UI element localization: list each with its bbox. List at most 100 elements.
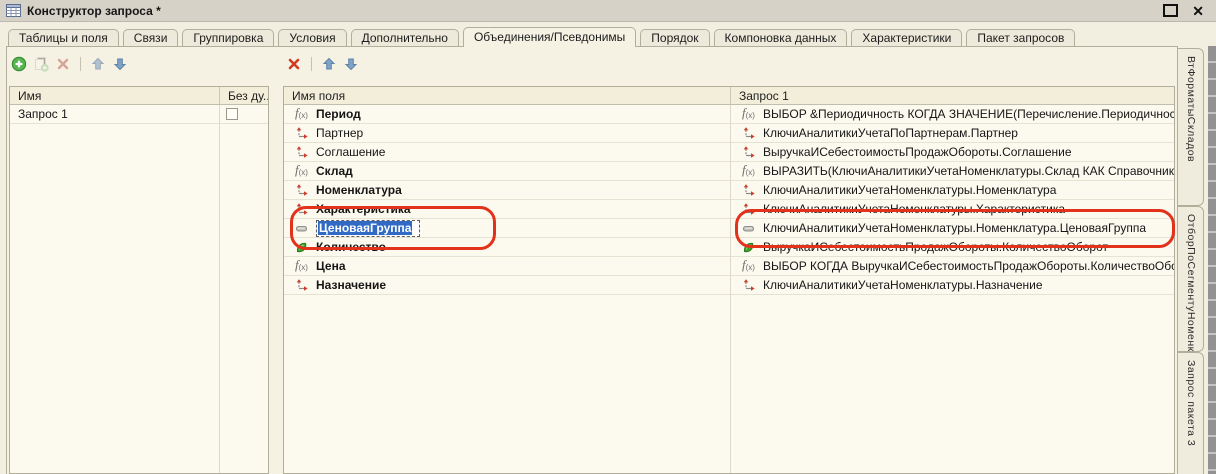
field-expression: ВЫРАЗИТЬ(КлючиАналитикиУчетаНоменклатуры… <box>763 164 1174 178</box>
field-icon <box>742 184 763 197</box>
tab-4[interactable]: Дополнительно <box>351 29 459 46</box>
field-icon <box>742 146 763 159</box>
tab-7[interactable]: Компоновка данных <box>714 29 848 46</box>
side-tab-strip: ВтФорматыСкладовОтборПоСегментуНоменклат… <box>1178 48 1206 474</box>
delete-icon[interactable] <box>286 56 302 72</box>
dash-icon <box>742 222 763 235</box>
field-row-8[interactable]: f(x)Ценаf(x)ВЫБОР КОГДА ВыручкаИСебестои… <box>284 257 1174 276</box>
window-body: Таблицы и поляСвязиГруппировкаУсловия Доп… <box>0 22 1216 474</box>
field-icon <box>295 146 316 159</box>
move-up-icon[interactable] <box>90 56 106 72</box>
field-row-3[interactable]: f(x)Складf(x)ВЫРАЗИТЬ(КлючиАналитикиУчет… <box>284 162 1174 181</box>
field-expression: ВЫБОР &Периодичность КОГДА ЗНАЧЕНИЕ(Пере… <box>763 107 1174 121</box>
field-name: Партнер <box>316 126 363 140</box>
tab-1[interactable]: Связи <box>123 29 179 46</box>
aggregate-icon <box>295 241 316 254</box>
toolbar-separator <box>311 57 312 71</box>
query-builder-window: Конструктор запроса * ✕ Таблицы и поляСв… <box>0 0 1216 474</box>
tab-3[interactable]: Условия <box>278 29 346 46</box>
no-duplicates-checkbox[interactable] <box>226 108 238 120</box>
window-title: Конструктор запроса * <box>27 4 161 18</box>
column-header-field-name[interactable]: Имя поля <box>284 87 731 104</box>
field-expression: КлючиАналитикиУчетаПоПартнерам.Партнер <box>763 126 1018 140</box>
tab-0[interactable]: Таблицы и поля <box>8 29 119 46</box>
function-icon: f(x) <box>742 163 763 179</box>
field-row-2[interactable]: Соглашение ВыручкаИСебестоимостьПродажОбо… <box>284 143 1174 162</box>
delete-icon[interactable] <box>55 56 71 72</box>
field-row-9[interactable]: Назначение КлючиАналитикиУчетаНоменклатур… <box>284 276 1174 295</box>
field-name: Соглашение <box>316 145 385 159</box>
field-name-edit-box[interactable]: ЦеноваяГруппа <box>316 220 420 237</box>
queries-grid-header: Имя Без ду... <box>10 87 268 105</box>
tab-8[interactable]: Характеристики <box>851 29 962 46</box>
field-row-4[interactable]: Номенклатура КлючиАналитикиУчетаНоменклат… <box>284 181 1174 200</box>
queries-grid: Имя Без ду... Запрос 1 <box>9 86 269 474</box>
function-icon: f(x) <box>295 163 316 179</box>
move-up-icon[interactable] <box>321 56 337 72</box>
field-name: Характеристика <box>316 202 411 216</box>
field-expression: КлючиАналитикиУчетаНоменклатуры.Номенкла… <box>763 183 1056 197</box>
field-row-7[interactable]: Количество ВыручкаИСебестоимостьПродажОбо… <box>284 238 1174 257</box>
column-divider[interactable] <box>730 105 731 473</box>
field-icon <box>742 127 763 140</box>
field-expression: ВыручкаИСебестоимостьПродажОбороты.Согла… <box>763 145 1072 159</box>
field-icon <box>295 127 316 140</box>
toolbar-separator <box>80 57 81 71</box>
tab-9[interactable]: Пакет запросов <box>966 29 1075 46</box>
query-builder-grid-icon <box>6 4 21 17</box>
maximize-icon[interactable] <box>1163 4 1178 17</box>
field-row-0[interactable]: f(x)Периодf(x)ВЫБОР &Периодичность КОГДА… <box>284 105 1174 124</box>
query-row[interactable]: Запрос 1 <box>10 105 268 124</box>
field-row-1[interactable]: Партнер КлючиАналитикиУчетаПоПартнерам.Па… <box>284 124 1174 143</box>
copy-icon[interactable] <box>33 56 49 72</box>
dash-icon <box>295 222 316 235</box>
fields-grid: Имя поля Запрос 1 f(x)Периодf(x)ВЫБОР &П… <box>283 86 1175 474</box>
field-name: Склад <box>316 164 353 178</box>
fields-grid-header: Имя поля Запрос 1 <box>284 87 1174 105</box>
function-icon: f(x) <box>742 258 763 274</box>
field-name: Количество <box>316 240 386 254</box>
field-name: Номенклатура <box>316 183 402 197</box>
field-name: Период <box>316 107 361 121</box>
queries-toolbar <box>11 55 128 73</box>
tab-6[interactable]: Порядок <box>640 29 709 46</box>
move-down-icon[interactable] <box>343 56 359 72</box>
close-icon[interactable]: ✕ <box>1192 5 1204 17</box>
field-expression: КлючиАналитикиУчетаНоменклатуры.Номенкла… <box>763 221 1146 235</box>
field-icon <box>295 203 316 216</box>
fields-toolbar <box>286 55 359 73</box>
field-row-6[interactable]: ЦеноваяГруппа КлючиАналитикиУчетаНоменкла… <box>284 219 1174 238</box>
column-divider[interactable] <box>219 105 220 473</box>
column-header-no-duplicates[interactable]: Без ду... <box>220 87 268 104</box>
field-name-selected-text: ЦеноваяГруппа <box>318 221 412 235</box>
side-tab-0[interactable]: ВтФорматыСкладов <box>1178 48 1204 206</box>
field-name: Назначение <box>316 278 386 292</box>
tab-2[interactable]: Группировка <box>182 29 274 46</box>
tab-5[interactable]: Объединения/Псевдонимы <box>463 27 636 47</box>
side-tab-1[interactable]: ОтборПоСегментуНоменклатуры <box>1178 206 1204 352</box>
move-down-icon[interactable] <box>112 56 128 72</box>
field-expression: КлючиАналитикиУчетаНоменклатуры.Назначен… <box>763 278 1043 292</box>
field-icon <box>295 184 316 197</box>
function-icon: f(x) <box>295 106 316 122</box>
aggregate-icon <box>742 241 763 254</box>
field-expression: КлючиАналитикиУчетаНоменклатуры.Характер… <box>763 202 1065 216</box>
add-icon[interactable] <box>11 56 27 72</box>
column-header-query1[interactable]: Запрос 1 <box>731 87 1174 104</box>
field-icon <box>742 279 763 292</box>
function-icon: f(x) <box>295 258 316 274</box>
field-icon <box>295 279 316 292</box>
tab-strip: Таблицы и поляСвязиГруппировкаУсловия Доп… <box>8 27 1075 46</box>
column-header-name[interactable]: Имя <box>10 87 220 104</box>
function-icon: f(x) <box>742 106 763 122</box>
field-expression: ВыручкаИСебестоимостьПродажОбороты.Колич… <box>763 240 1108 254</box>
title-bar: Конструктор запроса * ✕ <box>0 0 1216 22</box>
window-edge-strip <box>1208 46 1216 474</box>
side-tab-2[interactable]: Запрос пакета 3 <box>1178 352 1204 474</box>
field-name: Цена <box>316 259 346 273</box>
fields-rows: f(x)Периодf(x)ВЫБОР &Периодичность КОГДА… <box>284 105 1174 295</box>
field-row-5[interactable]: Характеристика КлючиАналитикиУчетаНоменкл… <box>284 200 1174 219</box>
query-name: Запрос 1 <box>10 107 220 121</box>
field-icon <box>742 203 763 216</box>
field-expression: ВЫБОР КОГДА ВыручкаИСебестоимостьПродажО… <box>763 259 1174 273</box>
